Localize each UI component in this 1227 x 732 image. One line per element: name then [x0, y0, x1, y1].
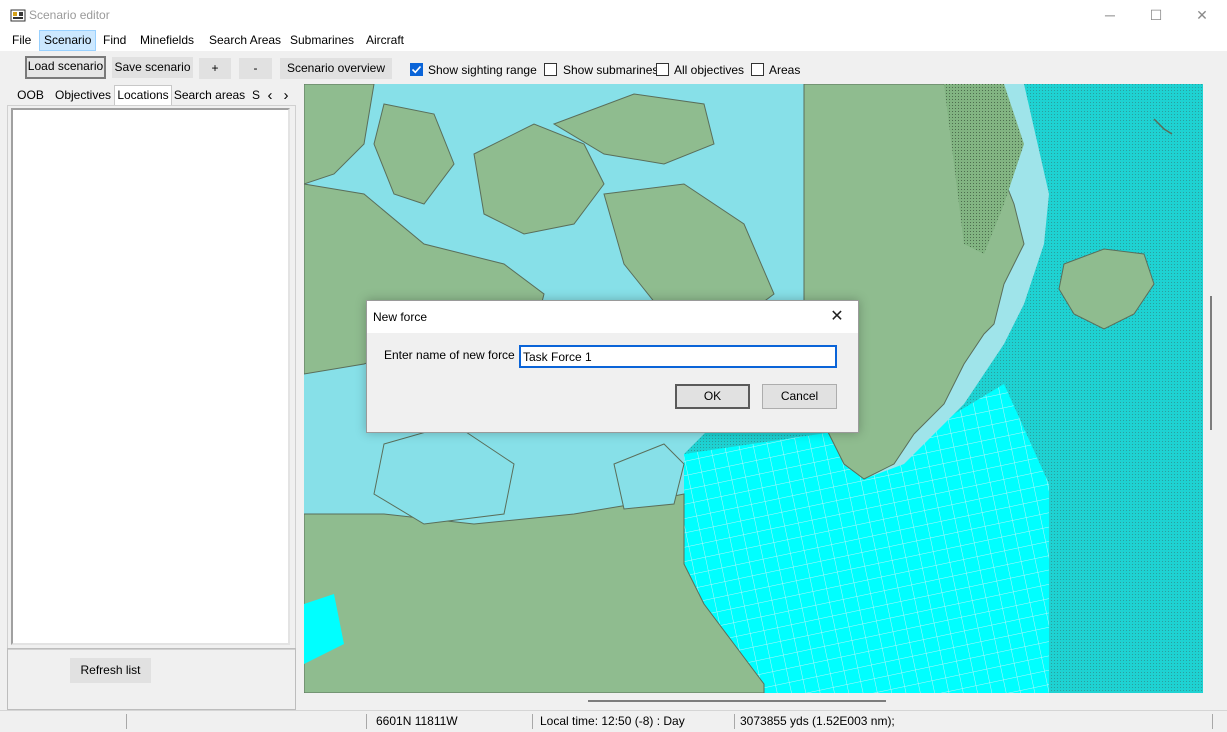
load-scenario-button[interactable]: Load scenario	[25, 56, 106, 79]
ok-button[interactable]: OK	[675, 384, 750, 409]
vertical-scroll-thumb[interactable]	[1210, 296, 1212, 430]
locations-list[interactable]	[11, 108, 290, 645]
all-objectives-label: All objectives	[674, 63, 745, 77]
show-submarines-checkbox[interactable]	[544, 63, 557, 76]
areas-label: Areas	[769, 63, 801, 77]
show-sighting-range-label: Show sighting range	[428, 63, 537, 77]
status-divider	[734, 714, 735, 729]
status-divider	[1212, 714, 1213, 729]
dialog-title-bar	[367, 301, 858, 333]
areas-checkbox[interactable]	[751, 63, 764, 76]
scenario-overview-button[interactable]: Scenario overview	[280, 58, 392, 79]
minimize-button[interactable]: ─	[1087, 0, 1133, 30]
force-name-label: Enter name of new force	[384, 348, 515, 362]
force-name-input[interactable]	[519, 345, 837, 368]
horizontal-scroll-thumb[interactable]	[588, 700, 886, 702]
app-icon	[10, 7, 26, 23]
menu-aircraft[interactable]: Aircraft	[362, 30, 408, 51]
vertical-scrollbar[interactable]	[1203, 84, 1223, 693]
show-sighting-range-checkbox[interactable]	[410, 63, 423, 76]
refresh-list-button[interactable]: Refresh list	[70, 658, 151, 683]
checkmark-icon	[411, 65, 422, 74]
menu-find[interactable]: Find	[99, 30, 130, 51]
menu-search-areas[interactable]: Search Areas	[205, 30, 285, 51]
left-bottom-panel	[7, 648, 296, 710]
menu-submarines[interactable]: Submarines	[286, 30, 358, 51]
status-distance: 3073855 yds (1.52E003 nm);	[740, 714, 895, 728]
dialog-close-icon[interactable]: ✕	[822, 304, 852, 330]
tab-search-areas[interactable]: Search areas	[173, 85, 246, 106]
tab-scroll-right-icon[interactable]: ›	[279, 85, 293, 106]
dialog-title: New force	[373, 310, 428, 324]
tab-locations[interactable]: Locations	[114, 85, 172, 106]
new-force-dialog: New force ✕ Enter name of new force OK C…	[366, 300, 859, 433]
tab-oob[interactable]: OOB	[12, 85, 49, 106]
menu-scenario[interactable]: Scenario	[39, 30, 97, 51]
status-divider	[366, 714, 367, 729]
menu-minefields[interactable]: Minefields	[136, 30, 198, 51]
status-divider	[532, 714, 533, 729]
zoom-in-button[interactable]: +	[199, 58, 231, 79]
title-bar	[0, 0, 1227, 30]
window-title: Scenario editor	[29, 8, 110, 22]
zoom-out-button[interactable]: -	[239, 58, 272, 79]
menu-file[interactable]: File	[8, 30, 35, 51]
show-submarines-label: Show submarines	[563, 63, 659, 77]
cancel-button[interactable]: Cancel	[762, 384, 837, 409]
status-local-time: Local time: 12:50 (-8) : Day	[540, 714, 685, 728]
save-scenario-button[interactable]: Save scenario	[112, 57, 193, 78]
status-divider	[126, 714, 127, 729]
tab-objectives[interactable]: Objectives	[53, 85, 113, 106]
all-objectives-checkbox[interactable]	[656, 63, 669, 76]
status-coordinates: 6601N 11811W	[376, 714, 458, 728]
close-window-button[interactable]: ✕	[1179, 0, 1225, 30]
tab-s[interactable]: S	[249, 85, 263, 106]
maximize-button[interactable]: ☐	[1133, 0, 1179, 30]
tab-scroll-left-icon[interactable]: ‹	[263, 85, 277, 106]
